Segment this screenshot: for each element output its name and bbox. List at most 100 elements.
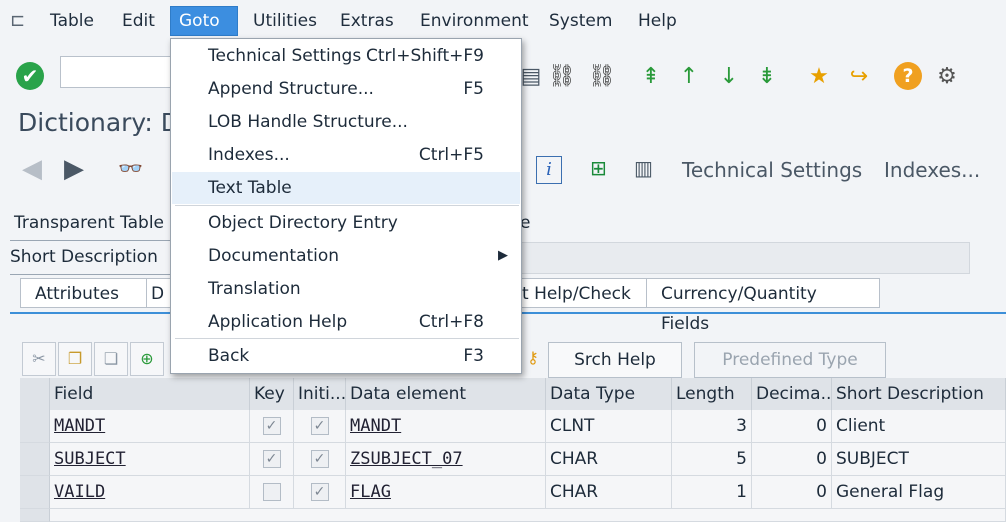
find-next-icon[interactable]: ⛓ [588,62,616,92]
column-header-length[interactable]: Length [672,378,752,410]
data-element-value[interactable]: MANDT [350,416,401,436]
menu-system[interactable]: System [541,8,620,34]
table-row-key: ✓ [250,410,294,443]
help-icon[interactable]: ? [894,62,922,90]
menu-utilities[interactable]: Utilities [245,8,325,34]
initial-checkbox[interactable]: ✓ [310,483,329,501]
row-selector[interactable] [20,443,50,476]
field-name[interactable]: SUBJECT [54,449,126,469]
key-search-icon[interactable]: ⚷ [522,342,544,374]
menu-table[interactable]: Table [42,8,102,34]
key-checkbox[interactable] [262,483,281,501]
cut-icon[interactable]: ✂ [22,342,56,376]
table-row-initial: ✓ [294,476,346,509]
column-header-initial[interactable]: Initi... [294,378,346,410]
tab-attributes[interactable]: Attributes [20,278,148,308]
table-row-length: 5 [672,443,752,476]
menu-item-lob-handle-structure[interactable]: LOB Handle Structure... [172,106,520,138]
menu-item-documentation[interactable]: Documentation ▶ [172,240,520,272]
technical-settings-button[interactable]: Technical Settings [682,158,862,182]
columns-icon[interactable]: ▥ [634,156,653,180]
data-element-value[interactable]: ZSUBJECT_07 [350,449,463,469]
menu-separator [175,205,519,206]
tab-currency-quantity-fields[interactable]: Currency/Quantity Fields [646,278,880,334]
shortcut-icon[interactable]: ↪ [846,62,872,92]
field-name[interactable]: VAILD [54,482,105,502]
menu-item-technical-settings[interactable]: Technical Settings Ctrl+Shift+F9 [172,40,520,72]
menu-item-translation[interactable]: Translation [172,273,520,305]
menu-item-object-directory-entry[interactable]: Object Directory Entry [172,207,520,239]
favorites-icon[interactable]: ★ [806,62,832,92]
table-row-empty[interactable] [50,509,1006,522]
back-arrow-icon[interactable]: ◀ [22,154,42,184]
insert-row-icon[interactable]: ⊕ [130,342,164,376]
initial-checkbox[interactable]: ✓ [310,450,329,468]
field-name[interactable]: MANDT [54,416,105,436]
initial-checkbox[interactable]: ✓ [310,417,329,435]
table-row-initial: ✓ [294,410,346,443]
menu-goto[interactable]: Goto [170,6,238,36]
table-row-field[interactable]: SUBJECT [50,443,250,476]
menu-environment[interactable]: Environment [412,8,537,34]
column-header-decimals[interactable]: Decima... [752,378,832,410]
table-row-data-element[interactable]: FLAG [346,476,546,509]
key-checkbox[interactable]: ✓ [262,417,281,435]
goto-menu-dropdown: Technical Settings Ctrl+Shift+F9 Append … [170,38,522,374]
key-checkbox[interactable]: ✓ [262,450,281,468]
menu-help[interactable]: Help [630,8,685,34]
previous-page-icon[interactable]: ↑ [676,62,702,92]
column-header-key[interactable]: Key [250,378,294,410]
table-row-key [250,476,294,509]
row-selector[interactable] [20,476,50,509]
paste-icon[interactable]: ❏ [94,342,128,376]
find-icon[interactable]: ⛓ [548,62,576,92]
menu-icon[interactable]: ⊏ [10,10,34,32]
menu-extras[interactable]: Extras [332,8,402,34]
info-icon[interactable]: i [536,156,562,184]
short-description-label: Short Description [10,247,158,267]
first-page-icon[interactable]: ⇞ [638,62,664,92]
divider [10,274,170,275]
menu-item-indexes[interactable]: Indexes... Ctrl+F5 [172,139,520,171]
table-row-length: 1 [672,476,752,509]
row-selector[interactable] [20,509,50,522]
hierarchy-icon[interactable]: ⊞ [590,156,607,180]
data-element-value[interactable]: FLAG [350,482,391,502]
menu-separator [175,338,519,339]
submenu-arrow-icon: ▶ [498,248,508,263]
column-header-short-description[interactable]: Short Description [832,378,1006,410]
table-row-field[interactable]: VAILD [50,476,250,509]
column-header-data-type[interactable]: Data Type [546,378,672,410]
command-field[interactable] [60,56,174,88]
menu-edit[interactable]: Edit [114,8,163,34]
row-selector[interactable] [20,410,50,443]
table-row-data-element[interactable]: MANDT [346,410,546,443]
copy-icon[interactable]: ❐ [58,342,92,376]
table-row-decimals: 0 [752,410,832,443]
enter-check-icon[interactable]: ✔ [16,62,44,90]
column-header-data-element[interactable]: Data element [346,378,546,410]
menu-item-append-structure[interactable]: Append Structure... F5 [172,73,520,105]
table-row-data-element[interactable]: ZSUBJECT_07 [346,443,546,476]
menu-item-application-help[interactable]: Application Help Ctrl+F8 [172,306,520,338]
tab-input-help-check[interactable]: t Help/Check [500,278,648,308]
table-row-data-type: CHAR [546,443,672,476]
column-header-field[interactable]: Field [50,378,250,410]
table-row-short-description: SUBJECT [832,443,1006,476]
table-row-field[interactable]: MANDT [50,410,250,443]
divider [10,240,170,241]
table-row-decimals: 0 [752,443,832,476]
srch-help-button[interactable]: Srch Help [548,342,682,378]
table-row-initial: ✓ [294,443,346,476]
last-page-icon[interactable]: ⇟ [754,62,780,92]
forward-arrow-icon[interactable]: ▶ [64,154,84,184]
table-row-key: ✓ [250,443,294,476]
menu-item-text-table[interactable]: Text Table [172,172,520,204]
indexes-button[interactable]: Indexes... [884,158,980,182]
row-selector-header [20,378,50,410]
menu-item-back[interactable]: Back F3 [172,340,520,372]
display-change-icon[interactable]: 👓 [118,156,143,180]
settings-gear-icon[interactable]: ⚙ [934,62,960,92]
predefined-type-button[interactable]: Predefined Type [694,342,886,378]
next-page-icon[interactable]: ↓ [716,62,742,92]
